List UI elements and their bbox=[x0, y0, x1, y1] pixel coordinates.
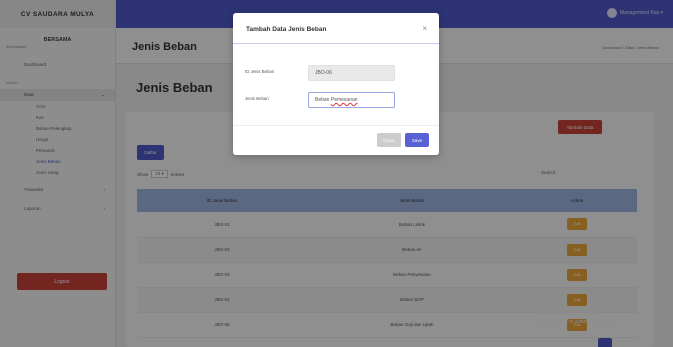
misspelled-word: Pemesanan bbox=[330, 97, 358, 103]
id-jenis-beban-field: JBO-06 bbox=[308, 65, 395, 81]
save-button[interactable]: Save bbox=[405, 133, 429, 147]
close-icon[interactable]: × bbox=[422, 24, 427, 33]
jenis-beban-field[interactable]: Beban Pemesanan bbox=[308, 92, 395, 108]
modal-body: ID Jenis Beban JBO-06 Jenis Beban Beban … bbox=[233, 44, 439, 124]
modal-title: Tambah Data Jenis Beban bbox=[246, 26, 327, 33]
modal-header: Tambah Data Jenis Beban × bbox=[233, 13, 439, 44]
field-text: Beban bbox=[315, 97, 331, 103]
modal-footer: Close Save bbox=[233, 125, 439, 155]
id-jenis-beban-label: ID Jenis Beban bbox=[245, 69, 275, 74]
add-jenis-beban-modal: Tambah Data Jenis Beban × ID Jenis Beban… bbox=[233, 13, 439, 155]
close-button[interactable]: Close bbox=[377, 133, 401, 147]
jenis-beban-label: Jenis Beban bbox=[245, 96, 269, 101]
